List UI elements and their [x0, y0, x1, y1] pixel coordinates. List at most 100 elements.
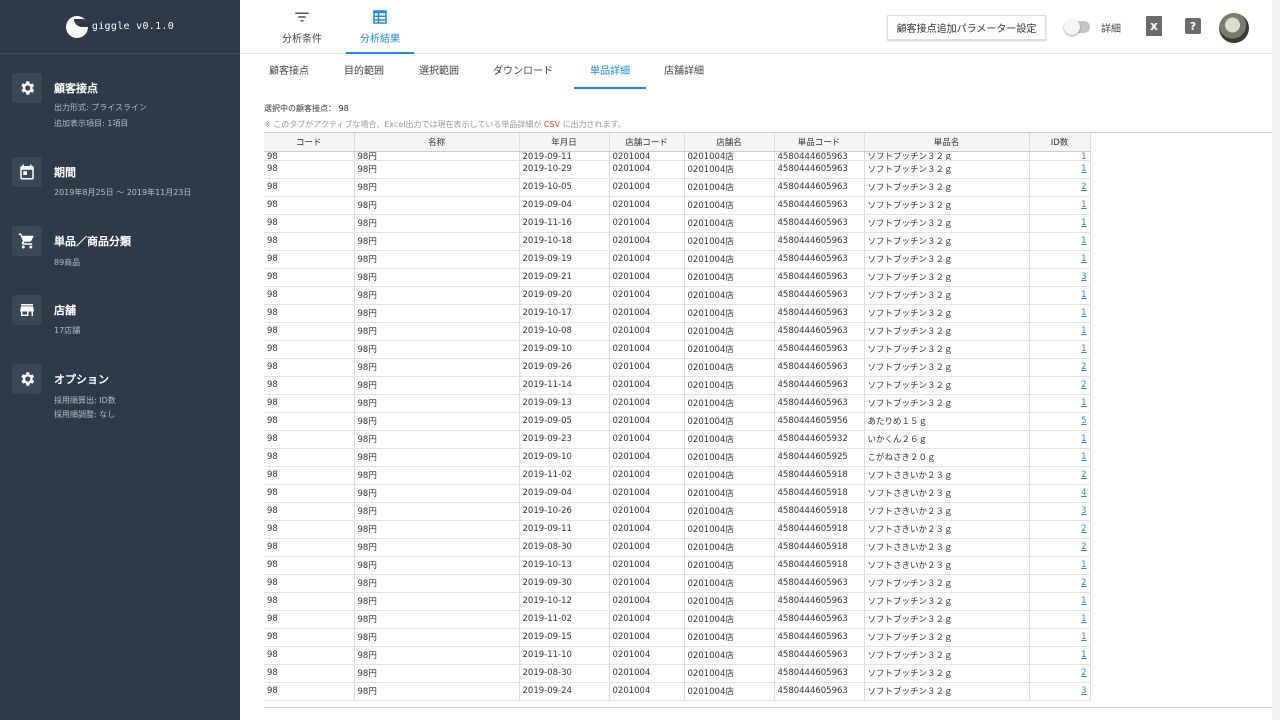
sidebar-item-customer-contact[interactable]: 顧客接点 出力形式: プライスライン 追加表示項目: 1項目	[12, 73, 232, 133]
id-count-link[interactable]: 1	[1081, 614, 1086, 624]
column-header[interactable]: 単品コード	[774, 133, 865, 152]
id-count-link[interactable]: 1	[1081, 308, 1086, 318]
subtab-item-detail[interactable]: 単品詳細	[574, 55, 646, 89]
table-row[interactable]: 98 98円 2019-09-15 0201004 0201004店 4580444605…	[264, 628, 1091, 647]
id-count-link[interactable]: 1	[1081, 398, 1086, 408]
sidebar-item-products[interactable]: 単品／商品分類 89商品	[12, 226, 232, 270]
id-count-link[interactable]: 1	[1081, 200, 1086, 210]
sidebar-item-stores[interactable]: 店舗 17店舗	[12, 295, 232, 339]
column-header[interactable]: 名称	[354, 133, 520, 152]
table-row[interactable]: 98 98円 2019-09-10 0201004 0201004店 4580444605…	[264, 448, 1091, 467]
table-row[interactable]: 98 98円 2019-09-11 0201004 0201004店 4580444605…	[264, 151, 1091, 161]
table-row[interactable]: 98 98円 2019-09-04 0201004 0201004店 4580444605…	[264, 196, 1091, 215]
id-count-link[interactable]: 2	[1081, 182, 1086, 192]
table-row[interactable]: 98 98円 2019-08-30 0201004 0201004店 4580444605…	[264, 664, 1091, 683]
table-row[interactable]: 98 98円 2019-09-26 0201004 0201004店 4580444605…	[264, 358, 1091, 377]
id-count-link[interactable]: 1	[1081, 632, 1086, 642]
table-row[interactable]: 98 98円 2019-10-05 0201004 0201004店 4580444605…	[264, 178, 1091, 197]
table-cell: 98	[264, 574, 355, 593]
id-count-link[interactable]: 1	[1081, 254, 1086, 264]
column-header[interactable]: ID数	[1029, 133, 1091, 152]
avatar[interactable]	[1219, 13, 1249, 43]
subtab-selection-range[interactable]: 選択範囲	[411, 55, 467, 89]
item-detail-table-container[interactable]: コード 名称 年月日 店舗コード 店舗名 単品コード 単品名 ID数 98 98円…	[264, 132, 1272, 708]
subtab-target-range[interactable]: 目的範囲	[336, 55, 392, 89]
detail-toggle[interactable]	[1064, 19, 1090, 35]
table-row[interactable]: 98 98円 2019-11-02 0201004 0201004店 4580444605…	[264, 610, 1091, 629]
table-cell: 0201004店	[684, 358, 775, 377]
id-count-link[interactable]: 2	[1081, 524, 1086, 534]
table-row[interactable]: 98 98円 2019-09-30 0201004 0201004店 4580444605…	[264, 574, 1091, 593]
table-row[interactable]: 98 98円 2019-10-08 0201004 0201004店 4580444605…	[264, 322, 1091, 341]
param-settings-button[interactable]: 顧客接点追加パラメーター設定	[887, 15, 1046, 40]
table-row[interactable]: 98 98円 2019-09-23 0201004 0201004店 4580444605…	[264, 430, 1091, 449]
table-row[interactable]: 98 98円 2019-10-12 0201004 0201004店 4580444605…	[264, 592, 1091, 611]
id-count-link[interactable]: 1	[1081, 290, 1086, 300]
subtab-store-detail[interactable]: 店舗詳細	[658, 55, 710, 89]
id-count-link[interactable]: 2	[1081, 542, 1086, 552]
id-count-link[interactable]: 1	[1081, 236, 1086, 246]
id-count-link[interactable]: 2	[1081, 380, 1086, 390]
table-row[interactable]: 98 98円 2019-10-13 0201004 0201004店 4580444605…	[264, 556, 1091, 575]
table-row[interactable]: 98 98円 2019-09-13 0201004 0201004店 4580444605…	[264, 394, 1091, 413]
excel-icon[interactable]: x	[1146, 16, 1162, 36]
table-row[interactable]: 98 98円 2019-09-11 0201004 0201004店 4580444605…	[264, 520, 1091, 539]
column-header[interactable]: 店舗名	[684, 133, 775, 152]
id-count-link[interactable]: 1	[1081, 344, 1086, 354]
id-count-link[interactable]: 1	[1081, 164, 1086, 174]
tab-analysis-results[interactable]: 分析結果	[346, 0, 414, 54]
table-row[interactable]: 98 98円 2019-08-30 0201004 0201004店 4580444605…	[264, 538, 1091, 557]
table-row[interactable]: 98 98円 2019-10-18 0201004 0201004店 4580444605…	[264, 232, 1091, 251]
table-cell: 4580444605963	[774, 664, 865, 683]
table-row[interactable]: 98 98円 2019-10-17 0201004 0201004店 4580444605…	[264, 304, 1091, 323]
column-header[interactable]: 年月日	[519, 133, 610, 152]
id-count-link[interactable]: 2	[1081, 362, 1086, 372]
id-count-link[interactable]: 2	[1081, 578, 1086, 588]
table-cell: ソフトプッチン３２ｇ	[864, 286, 1030, 305]
id-count-link[interactable]: 1	[1081, 326, 1086, 336]
table-row[interactable]: 98 98円 2019-09-10 0201004 0201004店 4580444605…	[264, 340, 1091, 359]
id-count-link[interactable]: 1	[1081, 650, 1086, 660]
table-cell: 2019-08-30	[519, 664, 610, 683]
table-cell: 2	[1029, 376, 1091, 395]
id-count-link[interactable]: 3	[1081, 272, 1086, 282]
table-row[interactable]: 98 98円 2019-10-29 0201004 0201004店 4580444605…	[264, 160, 1091, 179]
table-cell: 0201004店	[684, 178, 775, 197]
id-count-link[interactable]: 3	[1081, 686, 1086, 696]
id-count-link[interactable]: 5	[1081, 416, 1086, 426]
id-count-link[interactable]: 1	[1081, 152, 1086, 159]
id-count-link[interactable]: 1	[1081, 452, 1086, 462]
sidebar-item-options[interactable]: オプション 採用順算出: ID数 採用順調整: なし	[12, 364, 232, 424]
id-count-link[interactable]: 1	[1081, 596, 1086, 606]
app-logo[interactable]: giggle v0.1.0	[0, 0, 240, 54]
table-row[interactable]: 98 98円 2019-11-10 0201004 0201004店 4580444605…	[264, 646, 1091, 665]
table-row[interactable]: 98 98円 2019-09-05 0201004 0201004店 4580444605…	[264, 412, 1091, 431]
id-count-link[interactable]: 1	[1081, 560, 1086, 570]
table-row[interactable]: 98 98円 2019-09-04 0201004 0201004店 4580444605…	[264, 484, 1091, 503]
table-row[interactable]: 98 98円 2019-09-19 0201004 0201004店 4580444605…	[264, 250, 1091, 269]
column-header[interactable]: コード	[264, 133, 355, 152]
column-header[interactable]: 単品名	[864, 133, 1030, 152]
id-count-link[interactable]: 1	[1081, 218, 1086, 228]
id-count-link[interactable]: 4	[1081, 488, 1086, 498]
tab-analysis-conditions[interactable]: 分析条件	[272, 0, 332, 54]
subtab-download[interactable]: ダウンロード	[486, 55, 560, 89]
id-count-link[interactable]: 3	[1081, 506, 1086, 516]
help-icon[interactable]: ?	[1185, 18, 1201, 34]
table-row[interactable]: 98 98円 2019-11-16 0201004 0201004店 4580444605…	[264, 214, 1091, 233]
id-count-link[interactable]: 2	[1081, 668, 1086, 678]
table-row[interactable]: 98 98円 2019-09-24 0201004 0201004店 4580444605…	[264, 682, 1091, 701]
id-count-link[interactable]: 1	[1081, 434, 1086, 444]
table-row[interactable]: 98 98円 2019-11-14 0201004 0201004店 4580444605…	[264, 376, 1091, 395]
id-count-link[interactable]: 2	[1081, 470, 1086, 480]
table-row[interactable]: 98 98円 2019-10-26 0201004 0201004店 4580444605…	[264, 502, 1091, 521]
table-row[interactable]: 98 98円 2019-09-20 0201004 0201004店 4580444605…	[264, 286, 1091, 305]
subtab-customer-contact[interactable]: 顧客接点	[260, 55, 318, 89]
table-row[interactable]: 98 98円 2019-09-21 0201004 0201004店 4580444605…	[264, 268, 1091, 287]
column-header[interactable]: 店舗コード	[609, 133, 685, 152]
sidebar-item-label: 店舗	[54, 304, 76, 317]
table-cell: 2019-09-10	[519, 340, 610, 359]
sidebar-item-period[interactable]: 期間 2019年8月25日 〜 2019年11月23日	[12, 157, 232, 201]
table-row[interactable]: 98 98円 2019-11-02 0201004 0201004店 4580444605…	[264, 466, 1091, 485]
page-scrollbar[interactable]	[1272, 0, 1280, 720]
